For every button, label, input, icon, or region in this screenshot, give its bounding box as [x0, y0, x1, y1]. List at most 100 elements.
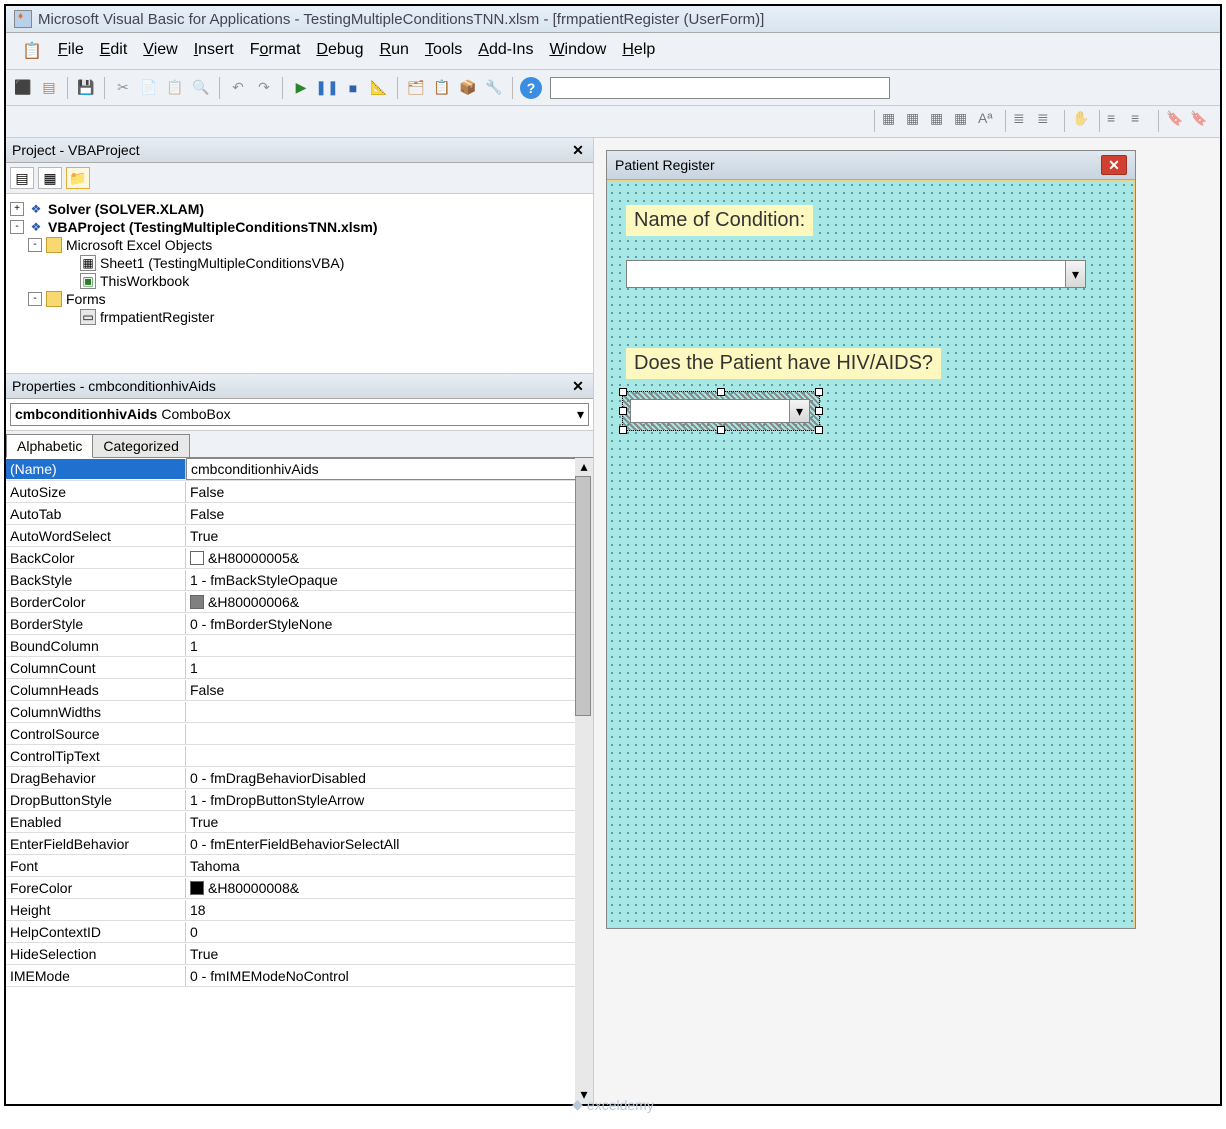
- property-value[interactable]: &H80000008&: [186, 878, 593, 898]
- label-hiv-aids[interactable]: Does the Patient have HIV/AIDS?: [626, 348, 941, 379]
- tab-alphabetic[interactable]: Alphabetic: [6, 434, 93, 458]
- design-icon[interactable]: 📐: [368, 77, 390, 99]
- tree-node-thisworkbook[interactable]: ▣ ThisWorkbook: [10, 272, 589, 290]
- property-value[interactable]: [186, 710, 593, 714]
- resize-handle[interactable]: [717, 426, 725, 434]
- resize-handle[interactable]: [717, 388, 725, 396]
- combo-hiv-aids[interactable]: ▾: [630, 399, 810, 423]
- menu-window[interactable]: Window: [543, 39, 612, 63]
- run-icon[interactable]: ▶: [290, 77, 312, 99]
- property-value[interactable]: False: [186, 482, 593, 502]
- resize-handle[interactable]: [619, 426, 627, 434]
- property-value[interactable]: &H80000005&: [186, 548, 593, 568]
- procedure-dropdown[interactable]: [550, 77, 890, 99]
- menu-help[interactable]: Help: [616, 39, 661, 63]
- bookmark-icon[interactable]: 🔖: [1166, 110, 1186, 130]
- scrollbar[interactable]: ▴ ▾: [575, 458, 593, 1104]
- list-icon[interactable]: ≡: [1131, 110, 1151, 130]
- undo-icon[interactable]: ↶: [227, 77, 249, 99]
- property-row[interactable]: BorderStyle0 - fmBorderStyleNone: [6, 613, 593, 635]
- tree-node-excel-objects[interactable]: - Microsoft Excel Objects: [10, 236, 589, 254]
- align-icon[interactable]: ▦: [906, 110, 926, 130]
- property-row[interactable]: ForeColor&H80000008&: [6, 877, 593, 899]
- property-row[interactable]: IMEMode0 - fmIMEModeNoControl: [6, 965, 593, 987]
- resize-handle[interactable]: [815, 426, 823, 434]
- resize-handle[interactable]: [815, 407, 823, 415]
- property-value[interactable]: 1 - fmDropButtonStyleArrow: [186, 790, 593, 810]
- cut-icon[interactable]: ✂: [112, 77, 134, 99]
- userform-titlebar[interactable]: Patient Register ✕: [607, 151, 1135, 180]
- align-icon[interactable]: Aª: [978, 110, 998, 130]
- property-row[interactable]: HideSelectionTrue: [6, 943, 593, 965]
- label-condition-name[interactable]: Name of Condition:: [626, 205, 813, 236]
- property-row[interactable]: Height18: [6, 899, 593, 921]
- property-row[interactable]: ControlTipText: [6, 745, 593, 767]
- property-value[interactable]: 0: [186, 922, 593, 942]
- property-row[interactable]: BackStyle1 - fmBackStyleOpaque: [6, 569, 593, 591]
- menu-tools[interactable]: Tools: [419, 39, 468, 63]
- redo-icon[interactable]: ↷: [253, 77, 275, 99]
- property-value[interactable]: [186, 754, 593, 758]
- chevron-down-icon[interactable]: ▾: [789, 400, 809, 422]
- property-value[interactable]: Tahoma: [186, 856, 593, 876]
- pause-icon[interactable]: ❚❚: [316, 77, 338, 99]
- property-row[interactable]: ColumnWidths: [6, 701, 593, 723]
- combo-condition-name[interactable]: ▾: [626, 260, 1086, 288]
- properties-icon[interactable]: 📋: [431, 77, 453, 99]
- chevron-down-icon[interactable]: ▾: [1065, 261, 1085, 287]
- paste-icon[interactable]: 📋: [164, 77, 186, 99]
- property-value[interactable]: 1: [186, 636, 593, 656]
- close-icon[interactable]: ✕: [1101, 155, 1127, 175]
- property-value[interactable]: 18: [186, 900, 593, 920]
- toolbox-icon[interactable]: 🔧: [483, 77, 505, 99]
- outdent-icon[interactable]: ≣: [1037, 110, 1057, 130]
- close-icon[interactable]: ✕: [569, 141, 587, 159]
- property-value[interactable]: 1 - fmBackStyleOpaque: [186, 570, 593, 590]
- property-value[interactable]: True: [186, 944, 593, 964]
- save-icon[interactable]: 💾: [75, 77, 97, 99]
- collapse-icon[interactable]: -: [10, 220, 24, 234]
- property-row[interactable]: BackColor&H80000005&: [6, 547, 593, 569]
- align-icon[interactable]: ▦: [930, 110, 950, 130]
- property-row[interactable]: DragBehavior0 - fmDragBehaviorDisabled: [6, 767, 593, 789]
- hand-icon[interactable]: ✋: [1072, 110, 1092, 130]
- tree-node-sheet1[interactable]: ▦ Sheet1 (TestingMultipleConditionsVBA): [10, 254, 589, 272]
- property-row[interactable]: ColumnCount1: [6, 657, 593, 679]
- chevron-down-icon[interactable]: ▾: [577, 406, 584, 423]
- property-value[interactable]: cmbconditionhivAids: [186, 458, 593, 480]
- collapse-icon[interactable]: -: [28, 292, 42, 306]
- list-icon[interactable]: ≡: [1107, 110, 1127, 130]
- menu-debug[interactable]: Debug: [310, 39, 369, 63]
- resize-handle[interactable]: [619, 407, 627, 415]
- stop-icon[interactable]: ■: [342, 77, 364, 99]
- tree-node-vbaproject[interactable]: - ❖ VBAProject (TestingMultipleCondition…: [10, 218, 589, 236]
- menu-format[interactable]: Format: [244, 39, 307, 63]
- property-value[interactable]: 0 - fmBorderStyleNone: [186, 614, 593, 634]
- excel-icon[interactable]: ⬛: [12, 77, 34, 99]
- property-value[interactable]: 0 - fmDragBehaviorDisabled: [186, 768, 593, 788]
- property-row[interactable]: DropButtonStyle1 - fmDropButtonStyleArro…: [6, 789, 593, 811]
- property-value[interactable]: False: [186, 680, 593, 700]
- tab-categorized[interactable]: Categorized: [92, 434, 190, 458]
- close-icon[interactable]: ✕: [569, 377, 587, 395]
- folder-icon[interactable]: 📁: [66, 167, 90, 189]
- browser-icon[interactable]: 📦: [457, 77, 479, 99]
- property-row[interactable]: AutoSizeFalse: [6, 481, 593, 503]
- bookmark-icon[interactable]: 🔖: [1190, 110, 1210, 130]
- expand-icon[interactable]: +: [10, 202, 24, 216]
- property-value[interactable]: [186, 732, 593, 736]
- property-row[interactable]: ColumnHeadsFalse: [6, 679, 593, 701]
- properties-object-selector[interactable]: cmbconditionhivAids ComboBox ▾: [6, 399, 593, 431]
- property-value[interactable]: 0 - fmIMEModeNoControl: [186, 966, 593, 986]
- view-icon[interactable]: ▤: [38, 77, 60, 99]
- scroll-up-icon[interactable]: ▴: [575, 458, 593, 476]
- property-row[interactable]: (Name)cmbconditionhivAids: [6, 458, 593, 481]
- find-icon[interactable]: 🔍: [190, 77, 212, 99]
- resize-handle[interactable]: [815, 388, 823, 396]
- property-value[interactable]: True: [186, 812, 593, 832]
- property-value[interactable]: True: [186, 526, 593, 546]
- property-value[interactable]: &H80000006&: [186, 592, 593, 612]
- resize-handle[interactable]: [619, 388, 627, 396]
- indent-icon[interactable]: ≣: [1013, 110, 1033, 130]
- property-row[interactable]: EnabledTrue: [6, 811, 593, 833]
